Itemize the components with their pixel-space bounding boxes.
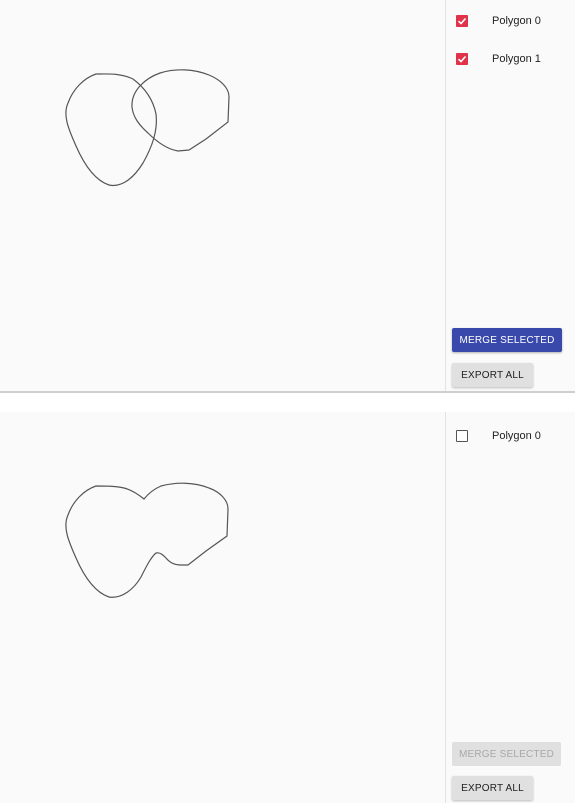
polygon-0-label: Polygon 0 (492, 15, 541, 27)
polygon-list-item[interactable]: Polygon 1 (456, 48, 541, 70)
polygon-0-checkbox[interactable] (456, 15, 468, 27)
app-page: Polygon 0 Polygon 1 MERGE SELECTED EXPOR… (0, 0, 575, 803)
polygon-list-item[interactable]: Polygon 0 (456, 425, 541, 447)
merge-selected-button[interactable]: MERGE SELECTED (452, 742, 561, 766)
polygon-list-item[interactable]: Polygon 0 (456, 10, 541, 32)
merge-selected-button[interactable]: MERGE SELECTED (452, 328, 562, 352)
polygon-sidebar: Polygon 0 MERGE SELECTED EXPORT ALL (445, 412, 575, 803)
panel-after-merge: Polygon 0 MERGE SELECTED EXPORT ALL (0, 412, 575, 803)
polygon-1-shape[interactable] (131, 69, 230, 152)
polygon-0-shape[interactable] (65, 73, 157, 187)
polygon-1-checkbox[interactable] (456, 53, 468, 65)
polygon-canvas-svg[interactable] (0, 0, 445, 391)
merged-polygon-shape[interactable] (65, 482, 229, 598)
checkmark-icon (457, 17, 467, 25)
panel-before-merge: Polygon 0 Polygon 1 MERGE SELECTED EXPOR… (0, 0, 575, 391)
export-all-button[interactable]: EXPORT ALL (452, 776, 533, 800)
drawing-canvas[interactable] (0, 0, 445, 391)
polygon-0-checkbox[interactable] (456, 430, 468, 442)
checkmark-icon (457, 55, 467, 63)
export-all-button[interactable]: EXPORT ALL (452, 363, 533, 387)
drawing-canvas[interactable] (0, 412, 445, 803)
polygon-sidebar: Polygon 0 Polygon 1 MERGE SELECTED EXPOR… (445, 0, 575, 391)
polygon-1-label: Polygon 1 (492, 53, 541, 65)
panel-gap (0, 393, 575, 412)
polygon-0-label: Polygon 0 (492, 430, 541, 442)
polygon-canvas-svg[interactable] (0, 412, 445, 803)
